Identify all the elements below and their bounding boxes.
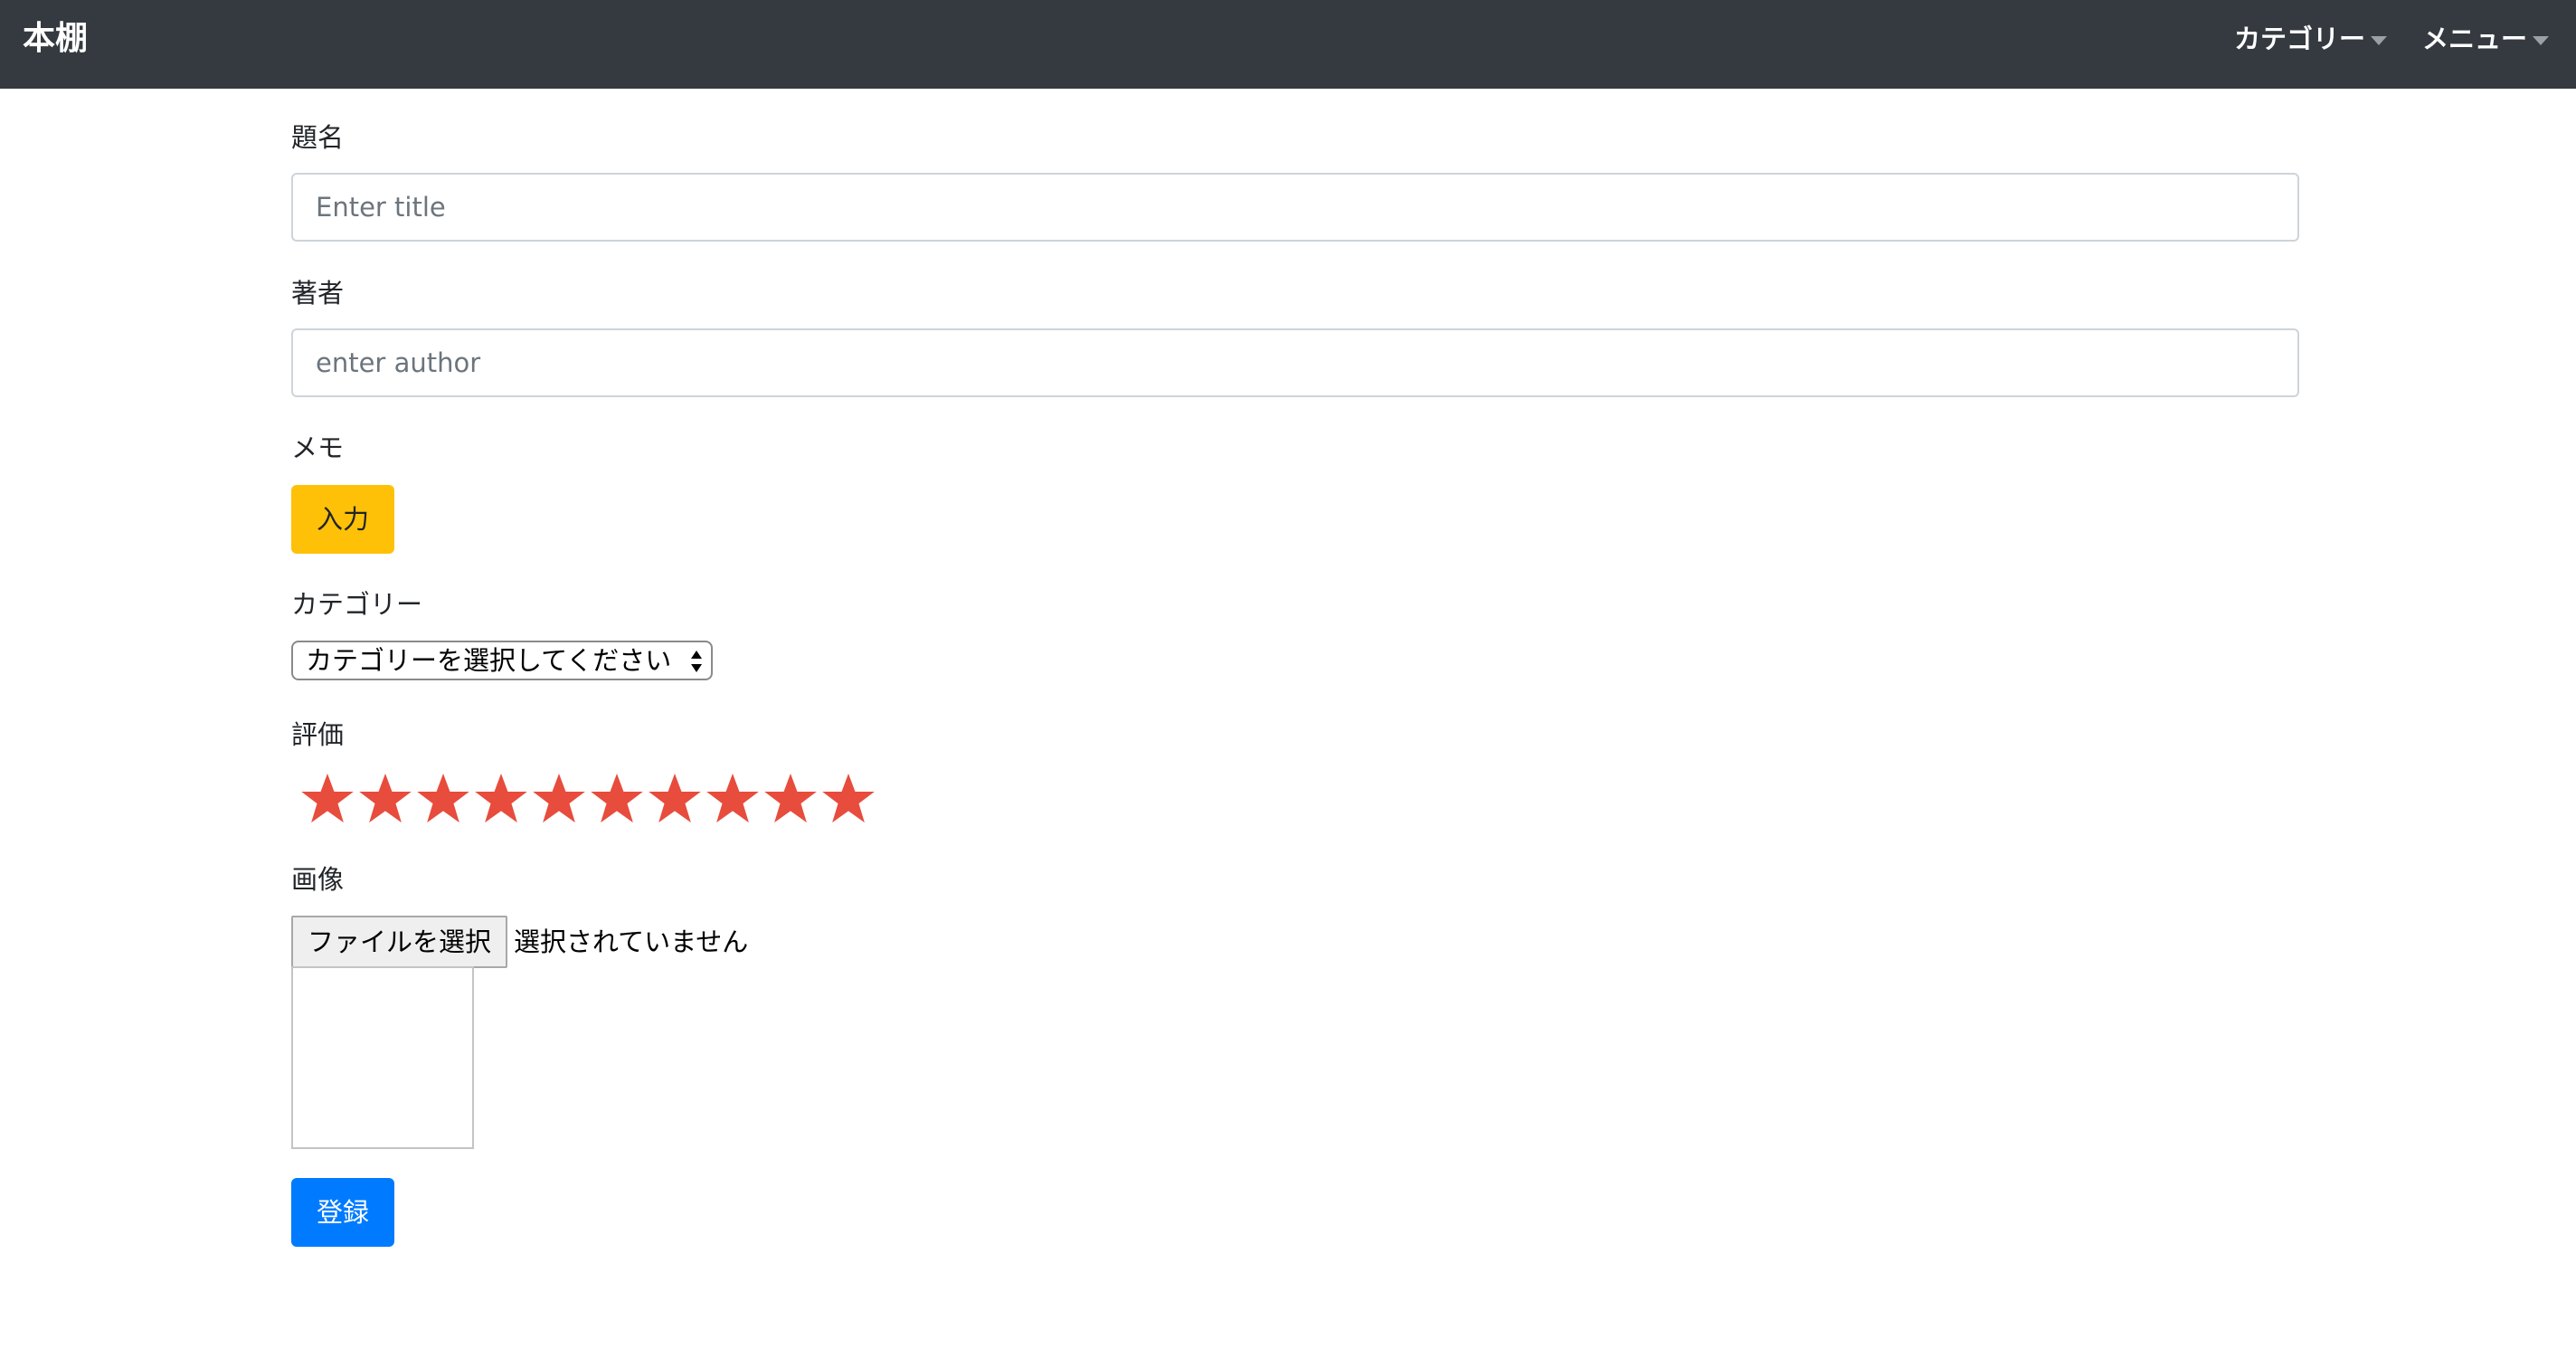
register-button[interactable]: 登録 xyxy=(291,1178,395,1247)
category-dropdown-label: カテゴリー xyxy=(2234,24,2366,54)
star-icon[interactable] xyxy=(762,769,819,829)
memo-label: メモ xyxy=(291,432,345,463)
title-input[interactable] xyxy=(291,173,2299,242)
image-label: 画像 xyxy=(291,864,345,895)
title-label: 題名 xyxy=(291,122,345,153)
memo-input-button[interactable]: 入力 xyxy=(291,485,395,554)
category-dropdown[interactable]: カテゴリー xyxy=(2234,18,2388,60)
caret-down-icon xyxy=(2533,36,2550,45)
star-icon[interactable] xyxy=(298,769,356,829)
select-arrows-icon xyxy=(691,651,702,672)
menu-dropdown-label: メニュー xyxy=(2422,24,2528,54)
star-icon[interactable] xyxy=(530,769,588,829)
star-icon[interactable] xyxy=(588,769,646,829)
category-select[interactable]: カテゴリーを選択してください xyxy=(291,641,713,680)
navbar: 本棚 カテゴリー メニュー xyxy=(0,0,2576,89)
category-select-value: カテゴリーを選択してください xyxy=(306,645,672,676)
star-icon[interactable] xyxy=(646,769,704,829)
caret-down-icon xyxy=(2371,36,2388,45)
author-input[interactable] xyxy=(291,328,2299,397)
image-preview xyxy=(291,966,474,1149)
brand-title[interactable]: 本棚 xyxy=(23,16,88,62)
choose-file-button[interactable]: ファイルを選択 xyxy=(291,916,508,968)
rating-label: 評価 xyxy=(291,719,345,750)
star-icon[interactable] xyxy=(356,769,414,829)
star-icon[interactable] xyxy=(819,769,877,829)
star-icon[interactable] xyxy=(414,769,472,829)
star-icon[interactable] xyxy=(472,769,530,829)
star-rating[interactable] xyxy=(298,769,877,832)
author-label: 著者 xyxy=(291,278,345,309)
category-label: カテゴリー xyxy=(291,589,423,620)
star-icon[interactable] xyxy=(704,769,762,829)
menu-dropdown[interactable]: メニュー xyxy=(2422,18,2550,60)
file-status-text: 選択されていません xyxy=(514,926,749,957)
